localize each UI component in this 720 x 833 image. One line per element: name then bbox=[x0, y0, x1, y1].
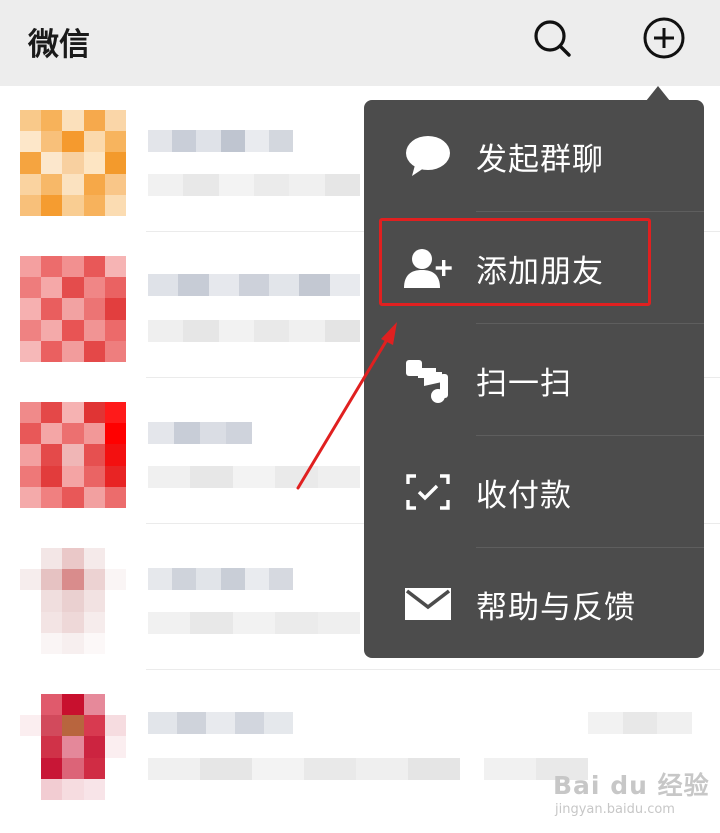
watermark-url: jingyan.baidu.com bbox=[555, 802, 675, 817]
menu-pointer bbox=[646, 86, 670, 101]
menu-item-group-chat[interactable]: 发起群聊 bbox=[364, 100, 704, 212]
watermark-brand: Bai du 经验 bbox=[553, 771, 710, 800]
chat-time bbox=[588, 712, 693, 734]
chat-preview bbox=[148, 174, 360, 196]
menu-item-scan[interactable]: 扫一扫 bbox=[364, 324, 704, 436]
menu-item-label: 收付款 bbox=[476, 478, 572, 514]
menu-item-help-feedback[interactable]: 帮助与反馈 bbox=[364, 548, 704, 660]
avatar bbox=[20, 110, 126, 216]
chat-name bbox=[148, 712, 293, 734]
avatar bbox=[20, 548, 126, 654]
plus-dropdown-menu: 发起群聊 添加朋友 扫一扫 收付款 帮助与反馈 bbox=[364, 100, 704, 658]
highlight-box bbox=[379, 218, 651, 306]
chat-name bbox=[148, 568, 294, 590]
chat-name bbox=[148, 130, 294, 152]
menu-item-payment[interactable]: 收付款 bbox=[364, 436, 704, 548]
chat-preview bbox=[148, 466, 361, 488]
menu-item-label: 帮助与反馈 bbox=[476, 590, 636, 626]
scan-icon bbox=[406, 360, 448, 403]
chat-preview bbox=[148, 612, 361, 634]
avatar bbox=[20, 694, 126, 800]
mail-icon bbox=[405, 588, 451, 620]
payment-icon bbox=[406, 474, 450, 510]
chat-preview bbox=[148, 758, 460, 780]
chat-bubble-icon bbox=[406, 136, 450, 176]
search-icon[interactable] bbox=[530, 16, 574, 60]
top-bar: 微信 bbox=[0, 0, 720, 86]
plus-circle-icon[interactable] bbox=[642, 16, 686, 60]
chat-name bbox=[148, 422, 252, 444]
chat-name bbox=[148, 274, 360, 296]
page-title: 微信 bbox=[28, 27, 90, 63]
avatar bbox=[20, 402, 126, 508]
menu-item-label: 发起群聊 bbox=[476, 142, 604, 178]
menu-item-label: 扫一扫 bbox=[476, 366, 572, 402]
avatar bbox=[20, 256, 126, 362]
chat-preview bbox=[148, 320, 360, 342]
